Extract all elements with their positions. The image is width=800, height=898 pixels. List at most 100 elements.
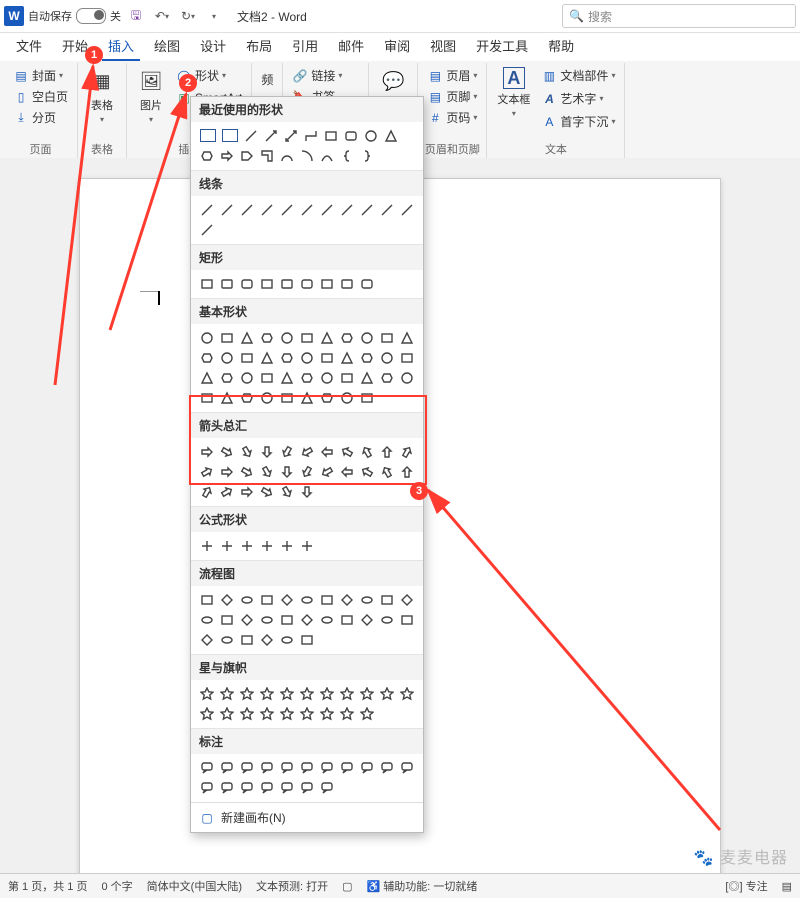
shape-eq-1[interactable] [218,537,236,555]
shape-arrow-27[interactable] [298,483,316,501]
shape-star-4[interactable] [278,685,296,703]
shape-flow-24[interactable] [238,631,256,649]
shape-arrow-line[interactable] [262,127,280,145]
shape-star-11[interactable] [198,705,216,723]
shape-arrow-5[interactable] [298,443,316,461]
shape-rect-6[interactable] [318,275,336,293]
new-canvas-button[interactable]: ▢ 新建画布(N) [191,802,423,832]
tab-insert[interactable]: 插入 [98,32,144,61]
pagenum-button[interactable]: #页码▾ [424,107,480,128]
shape-star-18[interactable] [338,705,356,723]
shape-arrow-11[interactable] [198,463,216,481]
shape-line-8[interactable] [358,201,376,219]
shape-arrow-21[interactable] [398,463,416,481]
shape-flow-1[interactable] [218,591,236,609]
shape-pentagon[interactable] [238,147,256,165]
shape-basic-12[interactable] [218,349,236,367]
shape-flow-19[interactable] [358,611,376,629]
shape-L[interactable] [258,147,276,165]
shape-basic-23[interactable] [218,369,236,387]
tab-review[interactable]: 审阅 [374,32,420,61]
shape-hexagon[interactable] [198,147,216,165]
tab-design[interactable]: 设计 [190,32,236,61]
undo-button[interactable]: ↶▾ [151,5,173,27]
shape-basic-15[interactable] [278,349,296,367]
tab-mail[interactable]: 邮件 [328,32,374,61]
shape-arc[interactable] [298,147,316,165]
shape-flow-16[interactable] [298,611,316,629]
shape-call-6[interactable] [318,759,336,777]
shape-call-11[interactable] [198,779,216,797]
shape-flow-10[interactable] [398,591,416,609]
shape-basic-16[interactable] [298,349,316,367]
shape-basic-19[interactable] [358,349,376,367]
shape-call-3[interactable] [258,759,276,777]
shape-flow-11[interactable] [198,611,216,629]
search-input[interactable]: 🔍 搜索 [562,4,796,28]
shape-star-16[interactable] [298,705,316,723]
shape-flow-14[interactable] [258,611,276,629]
shape-call-0[interactable] [198,759,216,777]
shape-arrow-9[interactable] [378,443,396,461]
shape-line[interactable] [242,127,260,145]
shape-star-2[interactable] [238,685,256,703]
shape-star-14[interactable] [258,705,276,723]
shape-arrow-13[interactable] [238,463,256,481]
shape-basic-34[interactable] [218,389,236,407]
shape-flow-13[interactable] [238,611,256,629]
shape-arrow-16[interactable] [298,463,316,481]
shape-line-0[interactable] [198,201,216,219]
shape-arrow-3[interactable] [258,443,276,461]
shape-call-16[interactable] [298,779,316,797]
shape-flow-8[interactable] [358,591,376,609]
dropcap-button[interactable]: A首字下沉▾ [538,111,618,132]
shape-arrow-block[interactable] [218,147,236,165]
shape-call-13[interactable] [238,779,256,797]
shape-arrow-25[interactable] [258,483,276,501]
shape-call-10[interactable] [398,759,416,777]
shape-call-1[interactable] [218,759,236,777]
shape-line-6[interactable] [318,201,336,219]
link-button[interactable]: 🔗链接▾ [289,65,362,86]
table-button[interactable]: ▦表格▾ [84,65,120,126]
shape-star-12[interactable] [218,705,236,723]
toggle-icon[interactable] [76,8,106,24]
shape-flow-12[interactable] [218,611,236,629]
shape-star-13[interactable] [238,705,256,723]
shape-flow-15[interactable] [278,611,296,629]
tab-view[interactable]: 视图 [420,32,466,61]
shape-basic-27[interactable] [298,369,316,387]
shape-basic-29[interactable] [338,369,356,387]
shape-rect[interactable] [322,127,340,145]
shape-basic-18[interactable] [338,349,356,367]
shape-line-2[interactable] [238,201,256,219]
shape-arrow-26[interactable] [278,483,296,501]
blank-page-button[interactable]: ▯空白页 [10,86,71,107]
page-break-button[interactable]: ⤓分页 [10,107,71,128]
shape-basic-30[interactable] [358,369,376,387]
shape-basic-35[interactable] [238,389,256,407]
shape-basic-3[interactable] [258,329,276,347]
shape-call-4[interactable] [278,759,296,777]
wordart-button[interactable]: A艺术字▾ [538,88,618,109]
shape-double-arrow[interactable] [282,127,300,145]
shape-eq-2[interactable] [238,537,256,555]
shape-call-14[interactable] [258,779,276,797]
picture-button[interactable]: 🖼图片▾ [133,65,169,126]
shape-elbow[interactable] [302,127,320,145]
shape-rect-5[interactable] [298,275,316,293]
shape-flow-18[interactable] [338,611,356,629]
shape-call-7[interactable] [338,759,356,777]
shape-line-10[interactable] [398,201,416,219]
shape-call-5[interactable] [298,759,316,777]
shape-basic-24[interactable] [238,369,256,387]
shape-arrow-20[interactable] [378,463,396,481]
shape-star-6[interactable] [318,685,336,703]
shape-basic-9[interactable] [378,329,396,347]
shape-arrow-12[interactable] [218,463,236,481]
shape-line-7[interactable] [338,201,356,219]
shape-star-9[interactable] [378,685,396,703]
shape-rect-0[interactable] [198,275,216,293]
shape-curve[interactable] [318,147,336,165]
qat-customize[interactable]: ▾ [203,5,225,27]
